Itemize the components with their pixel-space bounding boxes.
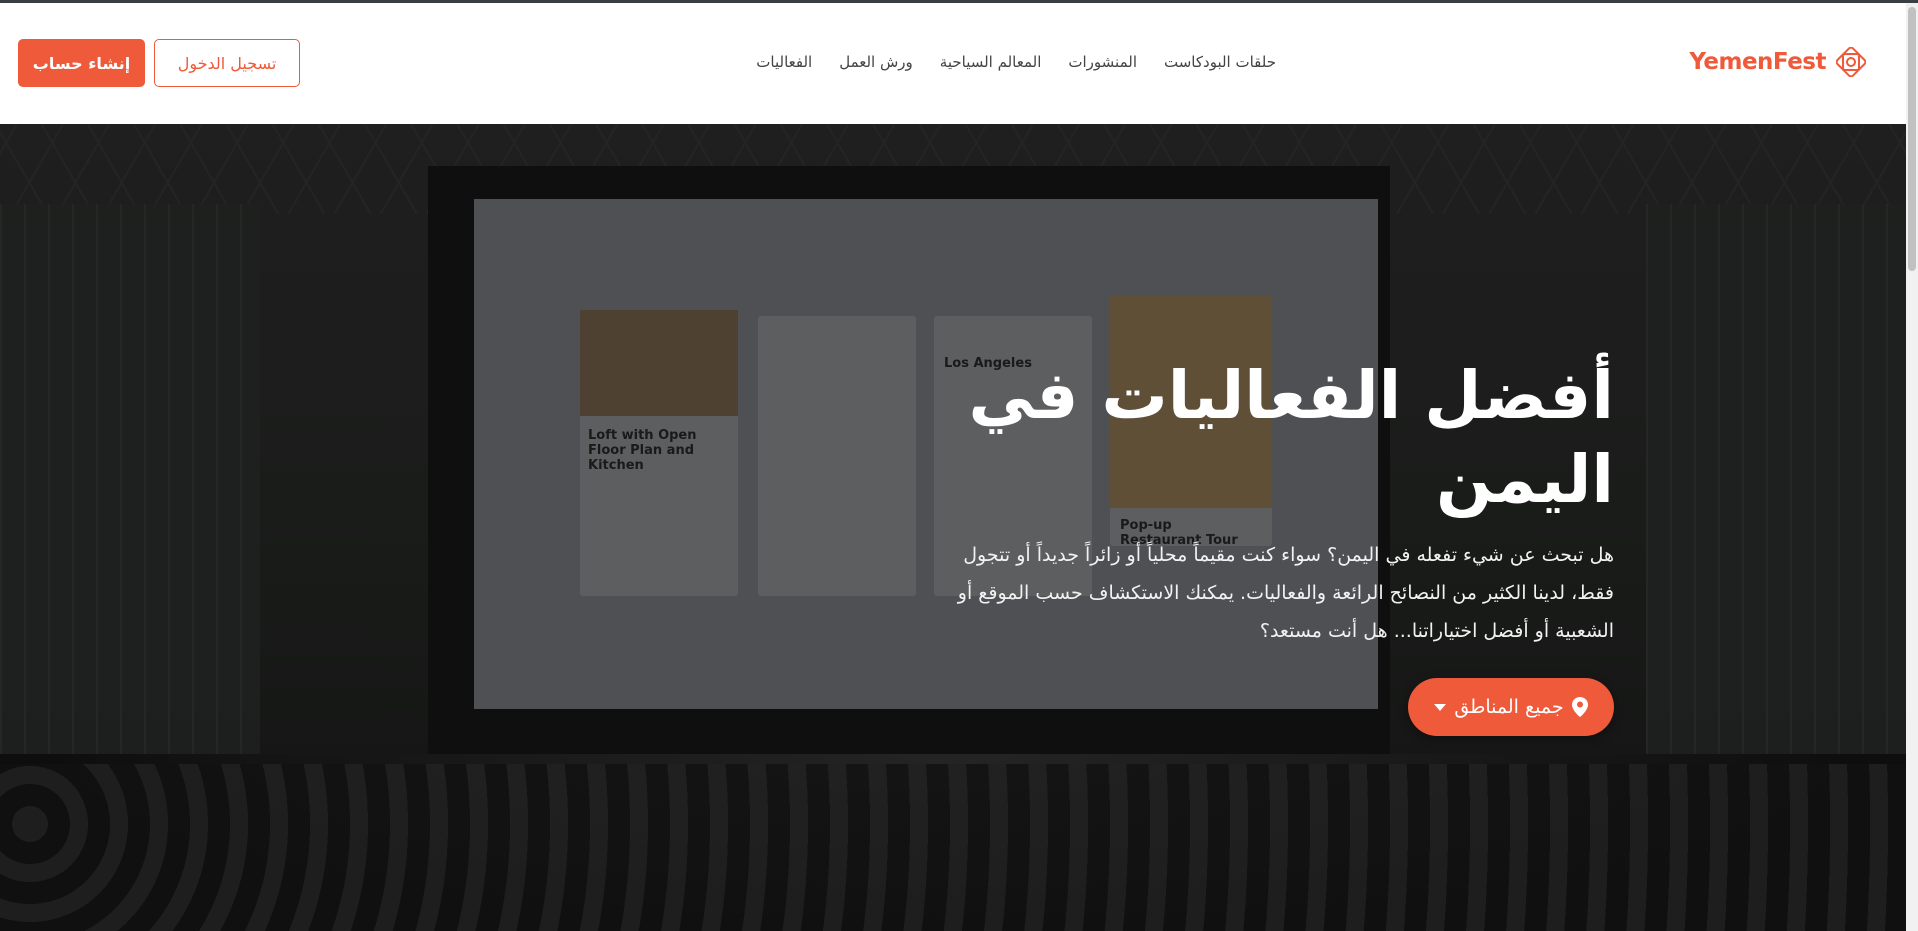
brand-name: YemenFest [1689,49,1826,75]
nav-events[interactable]: الفعاليات [756,53,812,71]
map-pin-icon [1571,697,1588,717]
nav-workshops[interactable]: ورش العمل [839,53,913,71]
ornament-logo-icon [1836,47,1866,77]
nav-podcasts[interactable]: حلقات البودكاست [1164,53,1276,71]
nav-posts[interactable]: المنشورات [1068,53,1137,71]
hero-description: هل تبحث عن شيء تفعله في اليمن؟ سواء كنت … [957,544,1614,642]
login-button[interactable]: تسجيل الدخول [154,39,300,87]
region-dropdown-button[interactable]: جميع المناطق [1408,678,1614,736]
brand-logo[interactable]: YemenFest [1689,47,1866,77]
main-nav: الفعاليات ورش العمل المعالم السياحية الم… [756,53,1276,71]
register-button[interactable]: إنشاء حساب [18,39,145,87]
nav-attractions[interactable]: المعالم السياحية [940,53,1042,71]
scrollbar-thumb[interactable] [1908,7,1916,271]
hero-title: أفضل الفعاليات في اليمن [968,357,1615,518]
caret-down-icon [1434,703,1447,711]
hero-section: Loft with Open Floor Plan and Kitchen Lo… [0,124,1906,931]
hero-content: أفضل الفعاليات في اليمن هل تبحث عن شيء ت… [914,354,1614,650]
site-header: YemenFest الفعاليات ورش العمل المعالم ال… [0,3,1906,124]
page-scrollbar[interactable] [1906,3,1918,931]
region-button-label: جميع المناطق [1454,696,1564,718]
